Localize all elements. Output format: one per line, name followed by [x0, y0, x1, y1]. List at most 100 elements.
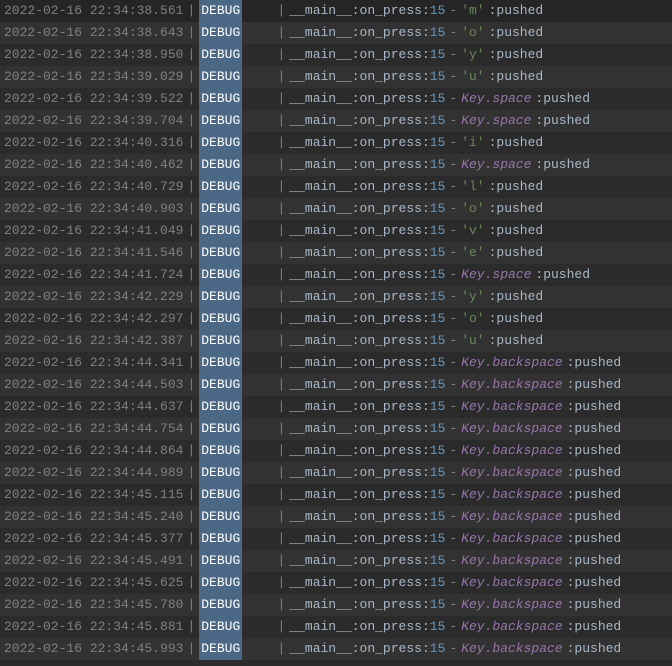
timestamp: 2022-02-16 22:34:44.864: [4, 440, 183, 462]
function-name: on_press: [360, 110, 422, 132]
timestamp: 2022-02-16 22:34:39.029: [4, 66, 183, 88]
function-name: on_press: [360, 572, 422, 594]
log-line: 2022-02-16 22:34:40.316 | DEBUG | __main…: [0, 132, 672, 154]
log-level: DEBUG: [199, 0, 242, 22]
key-special: Key.space: [461, 88, 531, 110]
separator: |: [187, 132, 195, 154]
separator: |: [187, 242, 195, 264]
log-message: :pushed: [535, 88, 590, 110]
separator: |: [277, 484, 285, 506]
module-name: __main__: [289, 484, 351, 506]
function-name: on_press: [360, 330, 422, 352]
timestamp: 2022-02-16 22:34:45.491: [4, 550, 183, 572]
key-special: Key.backspace: [461, 616, 562, 638]
log-line: 2022-02-16 22:34:44.754 | DEBUG | __main…: [0, 418, 672, 440]
module-name: __main__: [289, 286, 351, 308]
spacer: [242, 528, 273, 550]
line-number: 15: [430, 594, 446, 616]
timestamp: 2022-02-16 22:34:45.625: [4, 572, 183, 594]
log-line: 2022-02-16 22:34:45.491 | DEBUG | __main…: [0, 550, 672, 572]
line-number: 15: [430, 44, 446, 66]
log-level: DEBUG: [199, 638, 242, 660]
key-special: Key.backspace: [461, 418, 562, 440]
line-number: 15: [430, 264, 446, 286]
spacer: [242, 154, 273, 176]
dash: -: [449, 550, 457, 572]
separator: |: [187, 22, 195, 44]
timestamp: 2022-02-16 22:34:44.754: [4, 418, 183, 440]
separator: |: [277, 0, 285, 22]
line-number: 15: [430, 616, 446, 638]
separator: |: [277, 396, 285, 418]
separator: |: [187, 88, 195, 110]
spacer: [242, 110, 273, 132]
timestamp: 2022-02-16 22:34:39.522: [4, 88, 183, 110]
key-char: 'v': [461, 220, 484, 242]
separator: |: [277, 198, 285, 220]
log-message: :pushed: [489, 308, 544, 330]
spacer: [242, 550, 273, 572]
module-name: __main__: [289, 242, 351, 264]
timestamp: 2022-02-16 22:34:40.903: [4, 198, 183, 220]
separator: |: [277, 528, 285, 550]
spacer: [242, 484, 273, 506]
key-char: 'i': [461, 132, 484, 154]
spacer: [242, 506, 273, 528]
line-number: 15: [430, 0, 446, 22]
dash: -: [449, 638, 457, 660]
separator: |: [187, 616, 195, 638]
timestamp: 2022-02-16 22:34:38.950: [4, 44, 183, 66]
dash: -: [449, 176, 457, 198]
key-special: Key.backspace: [461, 462, 562, 484]
spacer: [242, 572, 273, 594]
separator: |: [187, 176, 195, 198]
log-message: :pushed: [489, 286, 544, 308]
dash: -: [449, 462, 457, 484]
separator: |: [187, 440, 195, 462]
spacer: [242, 66, 273, 88]
dash: -: [449, 198, 457, 220]
separator: |: [187, 110, 195, 132]
function-name: on_press: [360, 440, 422, 462]
log-line: 2022-02-16 22:34:41.724 | DEBUG | __main…: [0, 264, 672, 286]
module-name: __main__: [289, 330, 351, 352]
dash: -: [449, 396, 457, 418]
timestamp: 2022-02-16 22:34:44.341: [4, 352, 183, 374]
separator: |: [187, 396, 195, 418]
separator: |: [277, 418, 285, 440]
function-name: on_press: [360, 66, 422, 88]
log-message: :pushed: [567, 638, 622, 660]
line-number: 15: [430, 330, 446, 352]
module-name: __main__: [289, 528, 351, 550]
separator: |: [187, 44, 195, 66]
function-name: on_press: [360, 418, 422, 440]
separator: |: [277, 154, 285, 176]
spacer: [242, 176, 273, 198]
log-message: :pushed: [567, 528, 622, 550]
log-line: 2022-02-16 22:34:39.704 | DEBUG | __main…: [0, 110, 672, 132]
log-line: 2022-02-16 22:34:44.989 | DEBUG | __main…: [0, 462, 672, 484]
timestamp: 2022-02-16 22:34:45.881: [4, 616, 183, 638]
key-char: 'y': [461, 44, 484, 66]
log-line: 2022-02-16 22:34:39.029 | DEBUG | __main…: [0, 66, 672, 88]
line-number: 15: [430, 242, 446, 264]
function-name: on_press: [360, 132, 422, 154]
log-message: :pushed: [567, 572, 622, 594]
separator: |: [277, 110, 285, 132]
line-number: 15: [430, 176, 446, 198]
log-message: :pushed: [567, 506, 622, 528]
separator: |: [187, 638, 195, 660]
spacer: [242, 396, 273, 418]
module-name: __main__: [289, 154, 351, 176]
key-special: Key.backspace: [461, 374, 562, 396]
timestamp: 2022-02-16 22:34:44.637: [4, 396, 183, 418]
log-level: DEBUG: [199, 572, 242, 594]
log-level: DEBUG: [199, 550, 242, 572]
dash: -: [449, 88, 457, 110]
dash: -: [449, 418, 457, 440]
function-name: on_press: [360, 308, 422, 330]
module-name: __main__: [289, 66, 351, 88]
module-name: __main__: [289, 594, 351, 616]
log-message: :pushed: [567, 550, 622, 572]
log-message: :pushed: [567, 484, 622, 506]
